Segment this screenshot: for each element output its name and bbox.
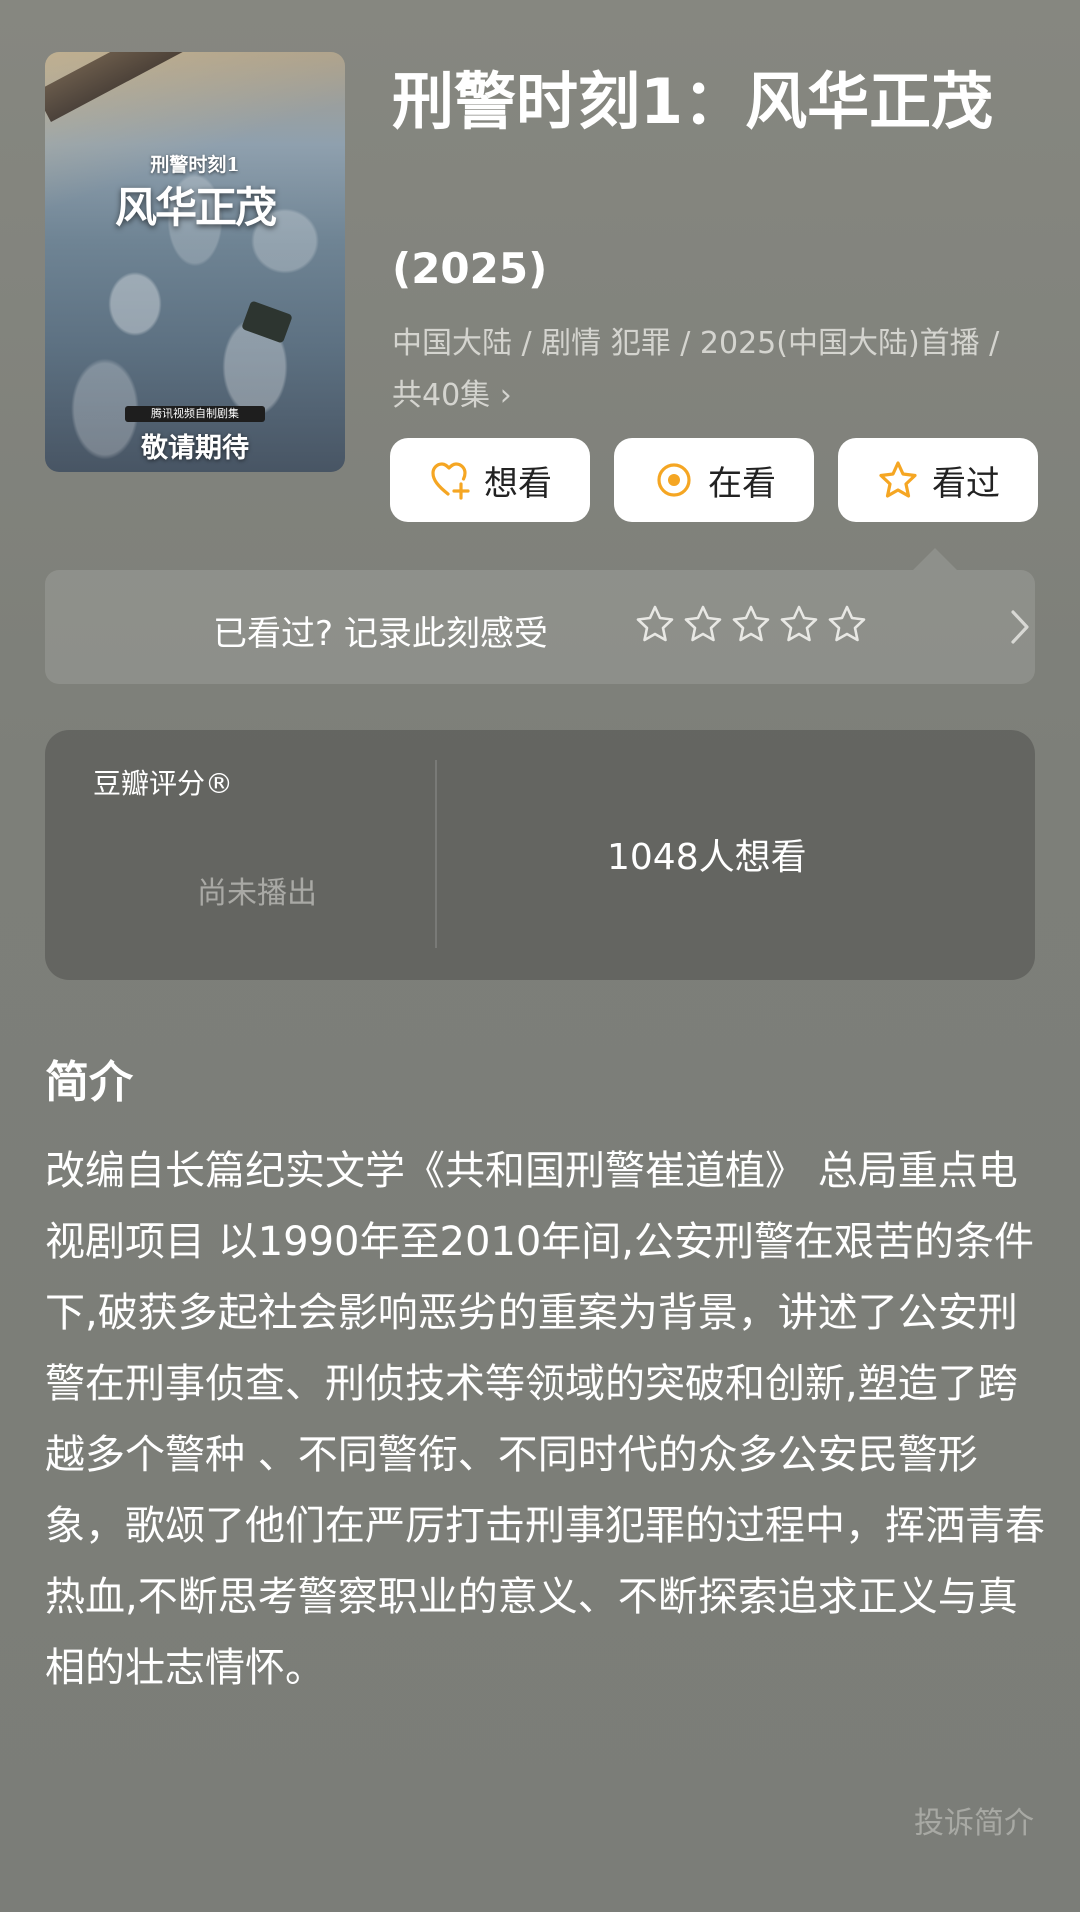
watching-button[interactable]: 在看 (614, 438, 814, 522)
report-intro-link[interactable]: 投诉简介 (914, 1798, 1034, 1842)
action-buttons: 想看 在看 看过 (390, 438, 1038, 522)
rating-pointer (913, 548, 957, 570)
star-5-icon[interactable] (825, 602, 869, 646)
star-2-icon[interactable] (681, 602, 725, 646)
meta-info-link[interactable]: 中国大陆 / 剧情 犯罪 / 2025(中国大陆)首播 / 共40集 › (392, 318, 1012, 422)
score-card: 豆瓣评分® 尚未播出 1048人想看 (45, 730, 1035, 980)
star-icon (879, 461, 917, 498)
page: 刑警时刻1 风华正茂 腾讯视频自制剧集 敬请期待 刑警时刻1：风华正茂 (202… (0, 0, 1080, 1912)
chevron-right-icon[interactable] (1005, 606, 1035, 648)
watching-label: 在看 (708, 463, 776, 504)
want-to-watch-button[interactable]: 想看 (390, 438, 590, 522)
want-to-watch-label: 想看 (484, 463, 552, 504)
star-3-icon[interactable] (729, 602, 773, 646)
douban-score-label: 豆瓣评分® (93, 767, 234, 800)
poster-image[interactable]: 刑警时刻1 风华正茂 腾讯视频自制剧集 敬请期待 (45, 52, 345, 472)
watched-button[interactable]: 看过 (838, 438, 1038, 522)
target-dot-icon (657, 463, 691, 497)
score-status: 尚未播出 (197, 876, 317, 911)
rating-stars[interactable] (633, 602, 869, 646)
rating-prompt-row[interactable]: 已看过? 记录此刻感受 (45, 570, 1035, 684)
page-title: 刑警时刻1：风华正茂 (392, 65, 994, 138)
heart-plus-icon (431, 462, 470, 500)
poster-subtitle: 刑警时刻1 (150, 154, 240, 176)
release-year: (2025) (392, 244, 548, 293)
wish-count[interactable]: 1048人想看 (607, 828, 807, 880)
intro-text: 改编自长篇纪实文学《共和国刑警崔道植》 总局重点电视剧项目 以1990年至201… (45, 1148, 1045, 1691)
poster-title: 风华正茂 (114, 183, 277, 232)
rating-prompt-text: 已看过? 记录此刻感受 (213, 614, 548, 654)
score-divider (435, 760, 437, 948)
star-4-icon[interactable] (777, 602, 821, 646)
poster-badge: 腾讯视频自制剧集 (125, 406, 265, 422)
poster-slogan: 敬请期待 (141, 433, 249, 464)
watched-label: 看过 (932, 463, 1000, 504)
intro-heading: 简介 (45, 1057, 133, 1108)
star-1-icon[interactable] (633, 602, 677, 646)
